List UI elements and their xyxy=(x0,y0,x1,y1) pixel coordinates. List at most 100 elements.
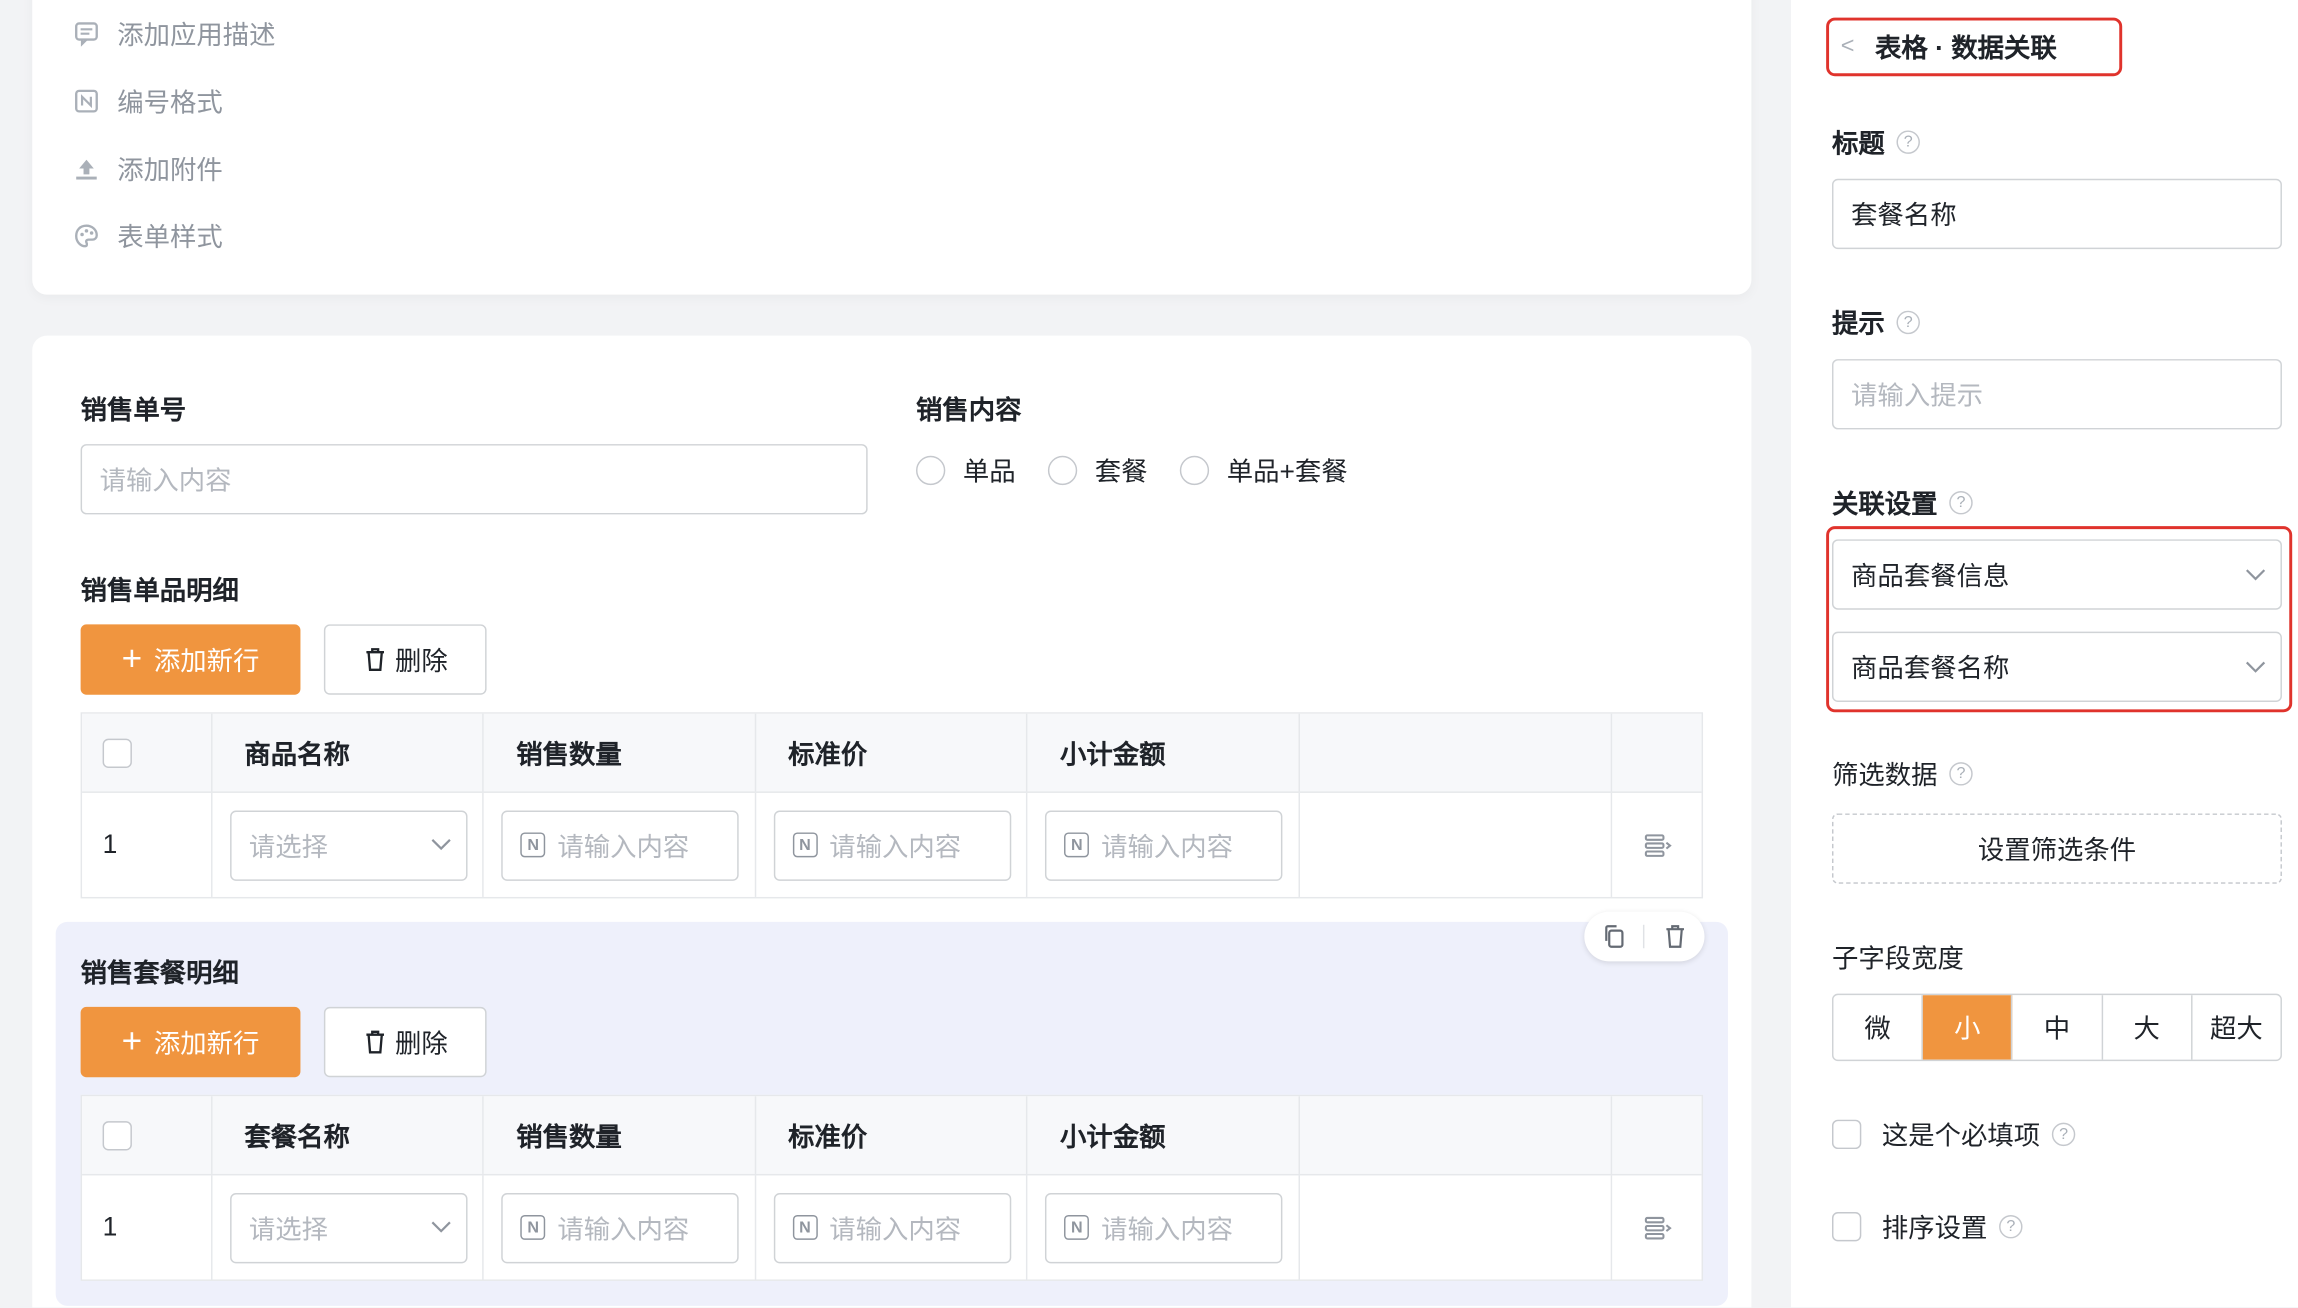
form-style-label: 表单样式 xyxy=(117,222,223,253)
set-filter-button[interactable]: 设置筛选条件 xyxy=(1832,813,2282,884)
select-all-checkbox[interactable] xyxy=(102,1120,132,1150)
table-row: 1 请选择 N 请输入内容 N 请输入内容 N 请输入内容 xyxy=(82,792,1701,897)
add-description-item[interactable]: 添加应用描述 xyxy=(73,15,276,53)
combo-name-select[interactable]: 请选择 xyxy=(229,1192,468,1263)
delete-label: 删除 xyxy=(394,1028,448,1059)
radio-single-combo[interactable]: 单品+套餐 xyxy=(1179,451,1348,489)
upload-icon xyxy=(73,155,99,181)
add-row-label: 添加新行 xyxy=(153,646,260,676)
help-icon[interactable]: ? xyxy=(1949,762,1973,786)
single-add-row-button[interactable]: + 添加新行 xyxy=(80,624,301,695)
table-header-row: 商品名称 销售数量 标准价 小计金额 xyxy=(82,713,1702,793)
trash-icon[interactable] xyxy=(1663,923,1686,949)
trash-icon xyxy=(365,1030,384,1054)
title-label: 标题? xyxy=(1832,123,1920,161)
chevron-down-icon xyxy=(2245,660,2266,673)
sort-checkbox[interactable] xyxy=(1832,1212,1862,1242)
form-settings-card: 添加应用描述 编号格式 添加附件 表单样式 xyxy=(32,0,1752,295)
select-all-checkbox[interactable] xyxy=(102,737,132,768)
input-placeholder: 请输入内容 xyxy=(557,1214,690,1244)
panel-breadcrumb[interactable]: < 表格 · 数据关联 xyxy=(1826,17,2123,77)
width-option-xlarge[interactable]: 超大 xyxy=(2192,995,2280,1059)
title-label-text: 标题 xyxy=(1832,128,1885,159)
price-input[interactable]: N 请输入内容 xyxy=(773,809,1011,881)
width-option-tiny[interactable]: 微 xyxy=(1833,995,1924,1060)
subtotal-input[interactable]: N 请输入内容 xyxy=(1045,809,1283,881)
number-format-item[interactable]: 编号格式 xyxy=(73,82,223,120)
empty-header xyxy=(1300,713,1613,792)
radio-circle[interactable] xyxy=(916,455,946,486)
content-label: 销售内容 xyxy=(916,395,1022,426)
column-header: 套餐名称 xyxy=(212,1096,485,1174)
select-placeholder: 请选择 xyxy=(248,1214,328,1244)
column-header: 标准价 xyxy=(756,713,1028,792)
row-action-cell xyxy=(1612,793,1701,897)
single-section-title: 销售单品明细 xyxy=(80,575,239,606)
chevron-left-icon[interactable]: < xyxy=(1841,34,1855,60)
form-style-item[interactable]: 表单样式 xyxy=(73,217,223,255)
relation-source-select[interactable]: 商品套餐信息 xyxy=(1832,539,2282,610)
relation-field-select[interactable]: 商品套餐名称 xyxy=(1832,631,2282,703)
product-name-select[interactable]: 请选择 xyxy=(229,809,468,881)
order-no-label: 销售单号 xyxy=(80,395,187,426)
price-input[interactable]: N 请输入内容 xyxy=(773,1192,1011,1263)
combo-name-cell: 请选择 xyxy=(212,1175,485,1280)
quantity-cell: N 请输入内容 xyxy=(484,1175,756,1280)
plus-icon: + xyxy=(121,1021,143,1062)
price-cell: N 请输入内容 xyxy=(756,1175,1028,1280)
comment-icon xyxy=(73,21,99,47)
required-checkbox[interactable] xyxy=(1832,1119,1862,1150)
help-icon[interactable]: ? xyxy=(1999,1214,2023,1239)
filter-label-text: 筛选数据 xyxy=(1832,760,1938,790)
subtotal-cell: N 请输入内容 xyxy=(1028,792,1300,897)
sort-checkbox-row[interactable]: 排序设置 ? xyxy=(1832,1208,2023,1246)
quantity-input[interactable]: N 请输入内容 xyxy=(501,1192,740,1263)
filter-label: 筛选数据? xyxy=(1832,755,1973,793)
input-placeholder: 请输入内容 xyxy=(829,831,962,862)
help-icon[interactable]: ? xyxy=(1896,130,1920,154)
required-checkbox-row[interactable]: 这是个必填项 ? xyxy=(1832,1115,2076,1153)
plus-icon: + xyxy=(121,639,143,679)
radio-circle[interactable] xyxy=(1047,455,1078,486)
hint-label-text: 提示 xyxy=(1832,309,1885,339)
input-placeholder: 请输入内容 xyxy=(829,1214,962,1244)
select-all-cell xyxy=(82,713,213,792)
number-format-label: 编号格式 xyxy=(117,87,223,118)
hint-input[interactable]: 请输入提示 xyxy=(1832,359,2282,430)
help-icon[interactable]: ? xyxy=(1949,490,1973,515)
help-icon[interactable]: ? xyxy=(2051,1122,2076,1147)
product-name-cell: 请选择 xyxy=(212,792,485,897)
subtotal-input[interactable]: N 请输入内容 xyxy=(1045,1192,1283,1263)
price-cell: N 请输入内容 xyxy=(756,792,1028,897)
radio-combo[interactable]: 套餐 xyxy=(1047,451,1148,489)
single-delete-button[interactable]: 删除 xyxy=(323,624,487,695)
input-placeholder: 请输入内容 xyxy=(1101,1214,1233,1244)
radio-circle[interactable] xyxy=(1179,455,1210,486)
combo-add-row-button[interactable]: + 添加新行 xyxy=(80,1006,301,1078)
column-header: 小计金额 xyxy=(1028,713,1300,792)
empty-cell xyxy=(1300,792,1613,897)
radio-single[interactable]: 单品 xyxy=(916,451,1016,489)
delete-label: 删除 xyxy=(394,646,448,676)
relation-label-text: 关联设置 xyxy=(1832,489,1938,519)
input-placeholder: 请输入内容 xyxy=(1101,831,1233,862)
add-attachment-item[interactable]: 添加附件 xyxy=(73,149,223,187)
row-detail-icon[interactable] xyxy=(1642,1214,1672,1240)
combo-delete-button[interactable]: 删除 xyxy=(323,1006,487,1078)
title-input[interactable]: 套餐名称 xyxy=(1832,178,2282,250)
help-icon[interactable]: ? xyxy=(1896,310,1920,335)
quantity-input[interactable]: N 请输入内容 xyxy=(501,809,740,881)
relation-label: 关联设置? xyxy=(1832,484,1973,522)
row-detail-icon[interactable] xyxy=(1642,832,1672,858)
add-description-label: 添加应用描述 xyxy=(117,20,276,50)
width-option-small[interactable]: 小 xyxy=(1923,995,2013,1060)
empty-header xyxy=(1612,714,1701,792)
empty-cell xyxy=(1300,1175,1613,1280)
quantity-cell: N 请输入内容 xyxy=(484,792,756,897)
number-field-icon: N xyxy=(792,1214,818,1240)
width-option-large[interactable]: 大 xyxy=(2103,995,2193,1060)
order-no-input[interactable]: 请输入内容 xyxy=(80,444,868,515)
copy-icon[interactable] xyxy=(1602,923,1625,949)
width-option-medium[interactable]: 中 xyxy=(2013,995,2103,1060)
width-segmented-control: 微 小 中 大 超大 xyxy=(1832,993,2282,1062)
